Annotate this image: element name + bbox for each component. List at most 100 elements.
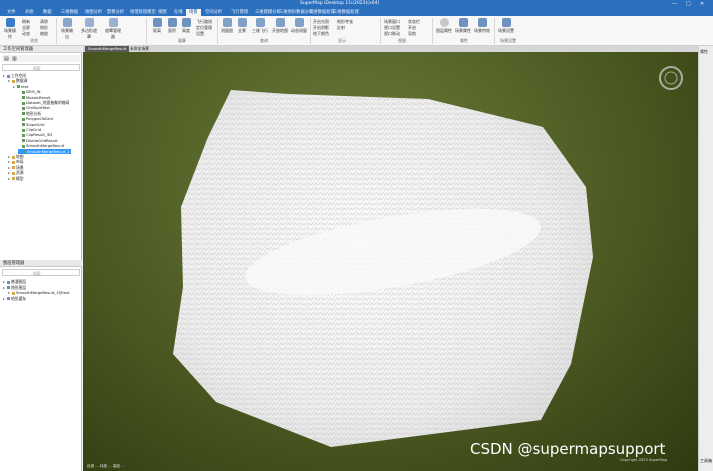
tab-image-analysis[interactable]: 影像分析 (104, 9, 127, 16)
toolbar-icon[interactable]: ▥ (12, 56, 17, 62)
group-properties: 属性 (460, 38, 468, 43)
tree-item[interactable]: ▸ 模型 (8, 176, 24, 182)
group-view: 视图 (398, 38, 406, 43)
minimize-button[interactable]: — (672, 1, 677, 7)
toolbox-dock-tab[interactable]: 工具箱 (700, 458, 712, 464)
properties-dock-tab[interactable]: 属性 (700, 49, 708, 55)
node-icon (12, 177, 15, 181)
navigation-toggle[interactable]: 导航 (408, 31, 416, 37)
tree-item[interactable]: DEM_IN (18, 89, 40, 94)
tree-item-label: ClipResult_3D (26, 132, 53, 138)
tree-item-label: 资源 (16, 170, 24, 176)
separator (146, 18, 147, 44)
group-scene-settings: 场景设置 (500, 38, 516, 43)
layer-search[interactable]: 搜索 (2, 269, 80, 276)
tree-item-label: 地图 (16, 154, 24, 159)
scene-effects-button[interactable]: 场景特效 (474, 18, 490, 34)
tree-item-label: SlopeGrid (26, 121, 45, 127)
layer-properties-button[interactable]: 图层属性 (436, 18, 452, 34)
tab-map-analysis[interactable]: 地图分析 (82, 9, 105, 16)
tree-item-label: test (21, 83, 29, 89)
measure-icon (294, 18, 304, 27)
title-bar: SuperMap iDesktop 11i(2023)(x64) — □ ✕ (0, 0, 713, 8)
tree-item[interactable]: ▸ 地形缓存 (3, 296, 26, 302)
polygon-mask-button[interactable]: 多边形遮罩 (80, 18, 98, 40)
tree-item[interactable]: GridSplitTest (18, 105, 50, 110)
tab-scene[interactable]: 场景 (186, 9, 201, 16)
close-button[interactable]: ✕ (700, 1, 704, 7)
tab-data[interactable]: 数据 (40, 9, 55, 16)
layer-manager-header: 图层管理器 (0, 260, 82, 267)
tree-item-label: SmoothMergeResult_1@test (16, 290, 70, 296)
area-button[interactable]: 面积 (165, 18, 179, 34)
scene-settings-button[interactable]: 场景设置 (498, 18, 514, 34)
node-icon (22, 139, 25, 143)
tab-3d-processing-2[interactable]: 三维数据处理 (330, 9, 362, 16)
tree-item[interactable]: ClipGrid (18, 127, 41, 132)
dynamic-button[interactable]: 动态 (22, 31, 30, 37)
tree-item[interactable]: ClipResult_3D (18, 132, 52, 137)
toolbar-icon[interactable]: ▤ (4, 56, 9, 62)
node-icon (22, 106, 25, 110)
open-map-button[interactable]: 开放地图 (271, 18, 289, 34)
ruler-icon (152, 18, 162, 27)
tab-file[interactable]: 文件 (4, 9, 19, 16)
left-panel: 工作空间管理器 ▤ ▥ 搜索 ▸ 工作空间 ▸ 数据源 ▸ test DEM_IN Mosai… (0, 46, 82, 471)
workspace-search[interactable]: 搜索 (2, 64, 80, 71)
tab-spatial-analysis[interactable]: 空间分析 (202, 9, 225, 16)
panorama-icon (237, 18, 247, 27)
tree-item[interactable]: DivideGridResult (18, 138, 58, 143)
tree-item-label: Dataset_地面抽象的格网 (26, 100, 70, 105)
scene-operation-button[interactable]: 场景操作 (3, 18, 17, 40)
tab-start[interactable]: 开始 (22, 9, 37, 16)
tree-item[interactable]: SlopeGrid (18, 122, 45, 127)
node-icon (12, 160, 15, 164)
tree-item[interactable]: ▸ SmoothMergeResult_1@test (8, 290, 70, 295)
layer-icon (439, 18, 449, 27)
group-browse: 浏览 (30, 38, 38, 43)
measure-map-button[interactable]: 测量图 (220, 18, 234, 34)
tab-online[interactable]: 在线 (171, 9, 186, 16)
tree-item-label: SmoothMergeResult (26, 143, 65, 149)
tab-view[interactable]: 视图 (155, 9, 170, 16)
zoom-button[interactable]: 缩放 (40, 31, 48, 37)
scene-output-button[interactable]: 场景输出 (60, 18, 74, 40)
panorama-button[interactable]: 全景 (235, 18, 249, 34)
tree-item-label: 地形图层 (11, 284, 27, 290)
tab-flight[interactable]: 飞行管理 (228, 9, 251, 16)
settings-button[interactable]: 设置 (196, 31, 204, 37)
height-icon (181, 18, 191, 27)
node-icon (12, 79, 15, 83)
height-button[interactable]: 高度 (179, 18, 193, 34)
group-display: 显示 (338, 38, 346, 43)
tree-item[interactable]: ▸ test (13, 84, 28, 89)
3d-flight-button[interactable]: 三维飞行 (251, 18, 269, 34)
tree-item[interactable]: SmoothMergeResult (18, 143, 64, 148)
node-icon (17, 85, 20, 89)
tree-item-label: MosaicResult (26, 94, 51, 100)
scene-properties-button[interactable]: 场景属性 (455, 18, 471, 34)
mask-manager-button[interactable]: 遮罩管理器 (104, 18, 122, 40)
reflection-field[interactable]: 反射 (337, 25, 345, 31)
map-icon (222, 18, 232, 27)
node-icon (22, 123, 25, 127)
viewport-link-button[interactable]: 视口联动 (384, 31, 400, 37)
tree-item-label: DivideGridResult (26, 137, 58, 143)
node-icon (7, 297, 10, 301)
tree-item[interactable]: MosaicResult (18, 95, 51, 100)
tree-item-label: GridSplitTest (26, 105, 50, 111)
mask-icon (84, 18, 94, 27)
underground-color-button[interactable]: 地下颜色 (313, 31, 329, 37)
tree-item-label: 布局 (16, 159, 24, 165)
watermark: CSDN @supermapsupport (470, 440, 666, 458)
tree-item[interactable]: PolygonToGrid (18, 116, 53, 121)
distance-button[interactable]: 距离 (150, 18, 164, 34)
dynamic-measure-button[interactable]: 动态测量 (290, 18, 308, 34)
tree-item-label: 数据源 (16, 78, 28, 84)
tab-geoprocessing[interactable]: 地理处理模型 (127, 9, 159, 16)
tree-item[interactable]: SmoothMergeResult_1 (18, 148, 71, 154)
scene-view[interactable] (83, 52, 698, 471)
tab-3d-data[interactable]: 三维数据 (58, 9, 81, 16)
maximize-button[interactable]: □ (686, 1, 691, 7)
node-icon (12, 291, 15, 295)
